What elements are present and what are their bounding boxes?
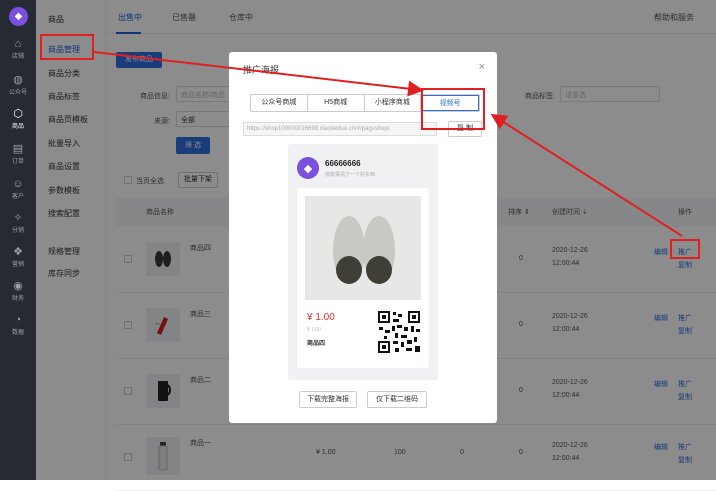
arrow-menu-to-tab bbox=[93, 51, 424, 97]
annotation-arrows bbox=[93, 51, 683, 237]
arrow-promote-to-tab bbox=[490, 113, 683, 237]
